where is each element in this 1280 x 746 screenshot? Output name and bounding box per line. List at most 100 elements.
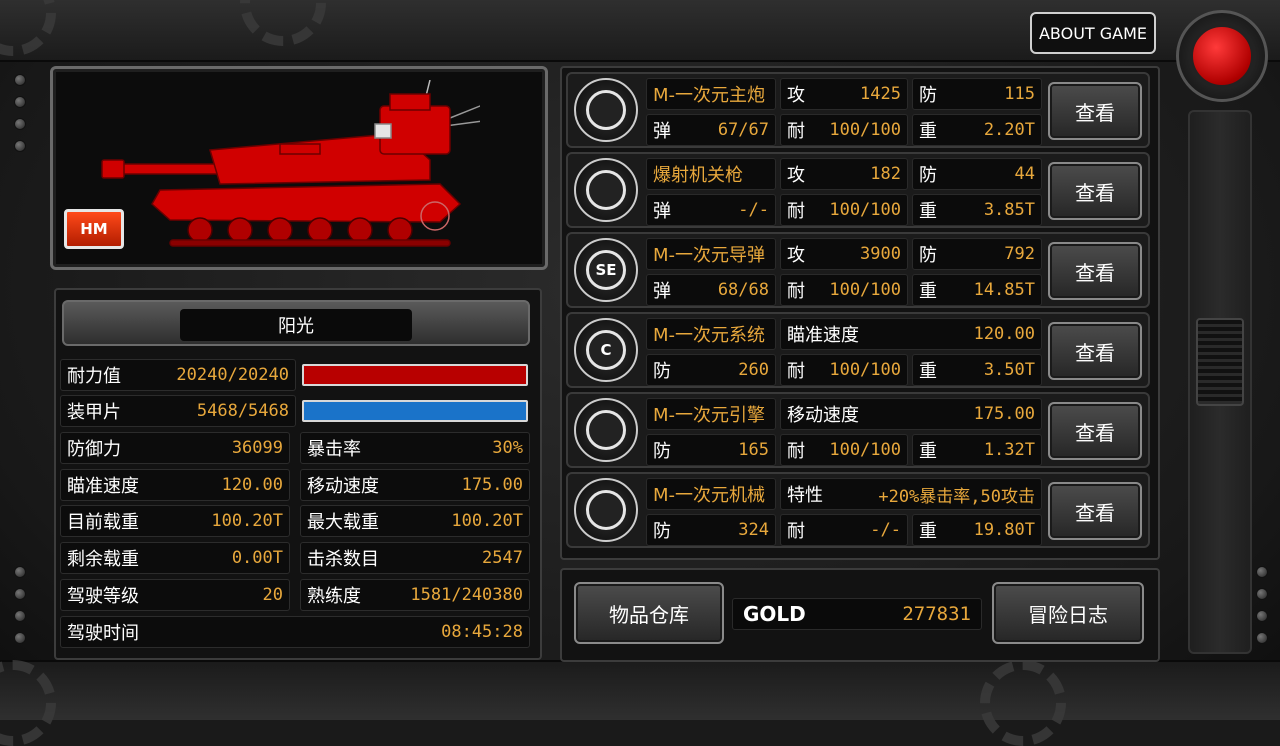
stat-value: 120.00 xyxy=(973,324,1035,344)
stat-row: 熟练度 1581/240380 xyxy=(300,579,530,611)
equipment-stat: 弹 -/- xyxy=(646,194,776,226)
stat-label: 瞄准速度 xyxy=(787,325,859,346)
stat-value: 260 xyxy=(738,360,769,380)
stat-value: 100/100 xyxy=(829,120,901,140)
icon-core xyxy=(586,170,626,210)
icon-core xyxy=(586,90,626,130)
stat-value: 5468/5468 xyxy=(196,401,289,421)
stat-value: 1581/240380 xyxy=(410,585,523,605)
warehouse-button[interactable]: 物品仓库 xyxy=(574,582,724,644)
engine-icon xyxy=(574,398,638,462)
equipment-stat: 防 165 xyxy=(646,434,776,466)
stat-label: 击杀数目 xyxy=(307,549,379,570)
stat-label: 重 xyxy=(919,201,937,222)
equipment-name: 爆射机关枪 xyxy=(646,158,776,190)
frame-bottom xyxy=(0,660,1280,720)
stat-label: 耐 xyxy=(787,121,805,142)
stat-value: 3900 xyxy=(860,244,901,264)
stat-row: 击杀数目 2547 xyxy=(300,542,530,574)
rivet xyxy=(1256,566,1268,578)
adventure-log-button[interactable]: 冒险日志 xyxy=(992,582,1144,644)
equipment-stat: 弹 67/67 xyxy=(646,114,776,146)
equipment-stat: 防 260 xyxy=(646,354,776,386)
stat-label: 攻 xyxy=(787,245,805,266)
equipment-stat: 重 3.85T xyxy=(912,194,1042,226)
stat-row: 最大载重 100.20T xyxy=(300,505,530,537)
equipment-stat: 耐 100/100 xyxy=(780,274,908,306)
red-light-icon xyxy=(1190,24,1254,88)
vent-grille xyxy=(1196,318,1244,406)
stat-label: 防 xyxy=(919,85,937,106)
stat-label: 熟练度 xyxy=(307,586,361,607)
equipment-name: M-一次元机械 xyxy=(646,478,776,510)
equipment-stat: 耐 100/100 xyxy=(780,354,908,386)
view-equipment-button[interactable]: 查看 xyxy=(1048,322,1142,380)
rivet xyxy=(14,566,26,578)
stat-value: 3.50T xyxy=(983,360,1035,380)
stat-label: 暴击率 xyxy=(307,439,361,460)
stat-label: 攻 xyxy=(787,165,805,186)
stat-value: 792 xyxy=(1004,244,1035,264)
equipment-name: M-一次元导弹 xyxy=(646,238,776,270)
stat-value: 67/67 xyxy=(717,120,769,140)
equipment-name: M-一次元系统 xyxy=(646,318,776,350)
stat-value: 14.85T xyxy=(973,280,1035,300)
stat-value: 0.00T xyxy=(231,548,283,568)
gold-value: 277831 xyxy=(902,603,971,625)
equipment-stat: 重 14.85T xyxy=(912,274,1042,306)
stat-label: 防 xyxy=(919,165,937,186)
equipment-stat: 防 324 xyxy=(646,514,776,546)
stat-value: 182 xyxy=(870,164,901,184)
stat-row: 瞄准速度 120.00 xyxy=(60,469,290,501)
stat-row: 驾驶等级 20 xyxy=(60,579,290,611)
stat-label: 防 xyxy=(653,361,671,382)
stat-row: 防御力 36099 xyxy=(60,432,290,464)
rivet xyxy=(1256,588,1268,600)
stat-value: 100/100 xyxy=(829,440,901,460)
about-game-button[interactable]: ABOUT GAME xyxy=(1030,12,1156,54)
stat-value: 19.80T xyxy=(973,520,1035,540)
rivet xyxy=(1256,610,1268,622)
stat-label: 弹 xyxy=(653,281,671,302)
icon-core xyxy=(586,490,626,530)
stat-label: 重 xyxy=(919,281,937,302)
stat-label: 耐力值 xyxy=(67,366,121,387)
stat-label: 耐 xyxy=(787,441,805,462)
cannon-icon xyxy=(574,78,638,142)
equipment-stat: 攻 182 xyxy=(780,158,908,190)
equipment-stat: 耐 100/100 xyxy=(780,114,908,146)
stat-value: 175.00 xyxy=(973,404,1035,424)
chassis-icon xyxy=(574,478,638,542)
stat-label: 剩余载重 xyxy=(67,549,139,570)
view-equipment-button[interactable]: 查看 xyxy=(1048,242,1142,300)
hm-badge[interactable]: HM xyxy=(64,209,124,249)
machine-gun-icon xyxy=(574,158,638,222)
stat-label: 驾驶等级 xyxy=(67,586,139,607)
stat-row: 移动速度 175.00 xyxy=(300,469,530,501)
stat-label: 耐 xyxy=(787,521,805,542)
stat-label: 耐 xyxy=(787,361,805,382)
view-equipment-button[interactable]: 查看 xyxy=(1048,402,1142,460)
stat-value: 2.20T xyxy=(983,120,1035,140)
stat-value: 100/100 xyxy=(829,280,901,300)
stat-value: 08:45:28 xyxy=(441,622,523,642)
equipment-stat: 重 1.32T xyxy=(912,434,1042,466)
equipment-stat: 防 115 xyxy=(912,78,1042,110)
tank-image xyxy=(101,80,480,247)
stat-value: 68/68 xyxy=(717,280,769,300)
stat-label: 防 xyxy=(919,245,937,266)
drive-time-row: 驾驶时间 08:45:28 xyxy=(60,616,530,648)
equipment-stat: 耐 -/- xyxy=(780,514,908,546)
view-equipment-button[interactable]: 查看 xyxy=(1048,82,1142,140)
stat-value: -/- xyxy=(870,520,901,540)
stat-value: 20 xyxy=(262,585,283,605)
stat-value: 20240/20240 xyxy=(176,365,289,385)
view-equipment-button[interactable]: 查看 xyxy=(1048,482,1142,540)
equipment-stat: 攻 3900 xyxy=(780,238,908,270)
rivet xyxy=(14,588,26,600)
equipment-name: M-一次元引擎 xyxy=(646,398,776,430)
record-button[interactable] xyxy=(1176,10,1268,102)
view-equipment-button[interactable]: 查看 xyxy=(1048,162,1142,220)
armor-row: 装甲片 5468/5468 xyxy=(60,395,296,427)
stat-label: 弹 xyxy=(653,201,671,222)
